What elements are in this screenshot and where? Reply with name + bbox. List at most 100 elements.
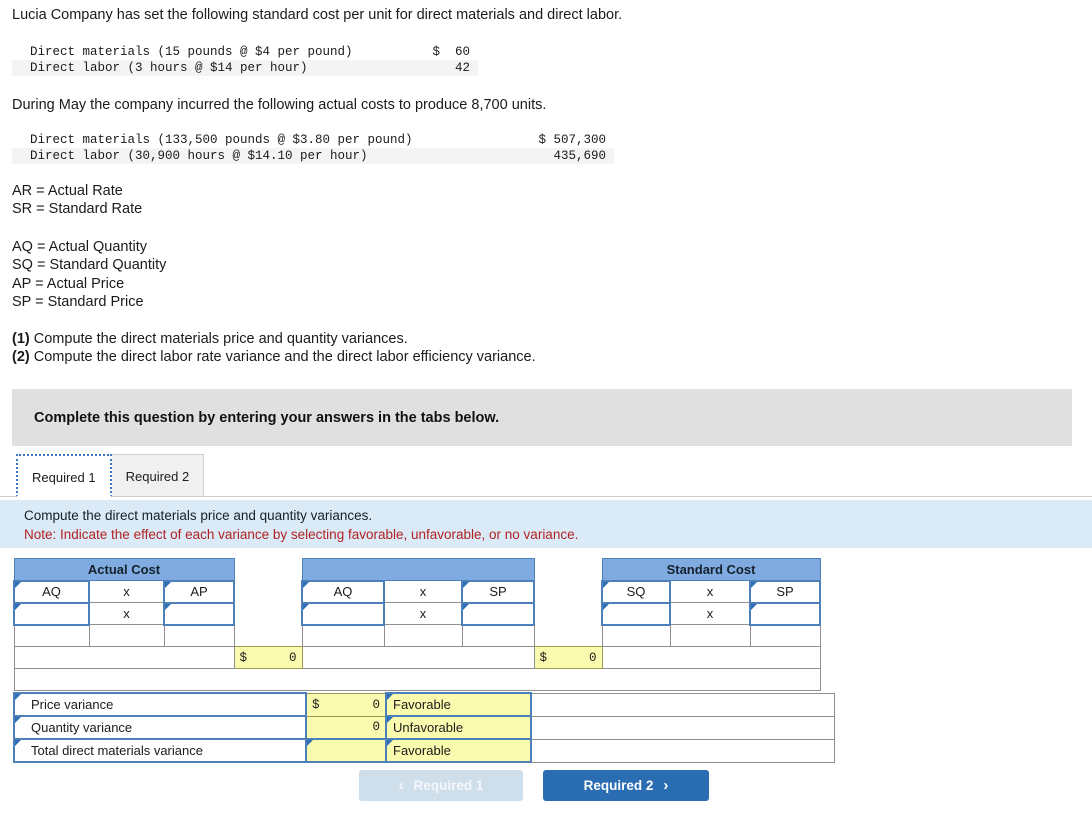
- definition-aq: AQ = Actual Quantity: [12, 239, 148, 255]
- table-row: Quantity variance 0 Unfavorable: [13, 715, 835, 740]
- requirement-2-number: (2): [12, 349, 30, 366]
- input-right-price[interactable]: [749, 601, 821, 626]
- actual-cost-label-0: Direct materials (133,500 pounds @ $3.80…: [30, 133, 413, 147]
- operator-middle-1: x: [383, 580, 463, 603]
- result-left-quantity[interactable]: [13, 624, 90, 647]
- question-prompt: Compute the direct materials price and q…: [24, 508, 373, 523]
- previous-required-button[interactable]: ‹ Required 1: [359, 770, 523, 801]
- variance-value-1: 0: [372, 720, 380, 735]
- result-left-op: [88, 624, 165, 647]
- totals-right-spacer: [601, 646, 821, 669]
- totals-row: $ 0 $ 0: [13, 646, 821, 669]
- variance-effect-2[interactable]: Favorable: [385, 738, 532, 763]
- variance-label-0[interactable]: Price variance: [13, 692, 307, 717]
- requirements-list: (1) Compute the direct materials price a…: [12, 330, 536, 367]
- variance-amount-1[interactable]: 0: [305, 715, 387, 740]
- result-right-quantity[interactable]: [601, 624, 671, 647]
- operator-left-1: x: [88, 580, 165, 603]
- variance-summary-grid: Price variance $ 0 Favorable Quantity va…: [13, 692, 835, 763]
- totals-left-spacer: [13, 646, 235, 669]
- table-row: Direct materials (133,500 pounds @ $3.80…: [12, 132, 614, 148]
- result-middle-quantity[interactable]: [301, 624, 385, 647]
- definition-sr: SR = Standard Rate: [12, 201, 143, 218]
- variance-effect-1[interactable]: Unfavorable: [385, 715, 532, 740]
- definition-sp: SP = Standard Price: [12, 294, 144, 311]
- variance-amount-0[interactable]: $ 0: [305, 692, 387, 717]
- actual-cost-table: Direct materials (133,500 pounds @ $3.80…: [12, 132, 614, 164]
- gap-cell-left: [234, 558, 302, 581]
- total-left-gap: $ 0: [233, 646, 303, 669]
- table-row: Price variance $ 0 Favorable: [13, 692, 835, 717]
- variance-tail-0: [530, 692, 835, 717]
- input-middle-price[interactable]: [461, 601, 535, 626]
- result-middle-op: [383, 624, 463, 647]
- previous-required-label: Required 1: [413, 778, 484, 793]
- instruction-banner-text: Complete this question by entering your …: [34, 409, 500, 426]
- label-middle-price[interactable]: SP: [461, 579, 535, 604]
- table-row: Direct materials (15 pounds @ $4 per pou…: [12, 44, 478, 60]
- input-left-quantity[interactable]: [13, 601, 90, 626]
- label-left-price[interactable]: AP: [163, 579, 235, 604]
- tab-strip: Required 1 Required 2: [16, 454, 205, 497]
- gap-cell-left: [234, 602, 302, 625]
- gap-cell-right: [534, 624, 602, 647]
- gap-cell-right: [534, 580, 602, 603]
- requirement-1-number: (1): [12, 331, 30, 347]
- operator-right-2: x: [669, 602, 751, 625]
- input-left-price[interactable]: [163, 601, 235, 626]
- variance-value-0: 0: [372, 697, 380, 712]
- label-right-price[interactable]: SP: [749, 579, 821, 604]
- total-left-currency: $: [239, 650, 248, 665]
- standard-cost-label-1: Direct labor (3 hours @ $14 per hour): [30, 61, 308, 75]
- variance-worksheet-grid: Actual Cost Standard Cost AQ x AP AQ x S…: [13, 558, 821, 691]
- variance-tail-2: [530, 738, 835, 763]
- question-note: Note: Indicate the effect of each varian…: [24, 527, 579, 542]
- tab-required-1[interactable]: Required 1: [16, 454, 112, 497]
- total-right-gap: $ 0: [533, 646, 603, 669]
- requirement-1: (1) Compute the direct materials price a…: [12, 330, 536, 348]
- result-right-op: [669, 624, 751, 647]
- actual-cost-amount-0: $ 507,300: [538, 133, 606, 147]
- label-middle-quantity[interactable]: AQ: [301, 579, 385, 604]
- variance-currency-0: $: [312, 697, 320, 712]
- result-right-price[interactable]: [749, 624, 821, 647]
- chevron-right-icon: ›: [663, 777, 669, 794]
- variance-label-2[interactable]: Total direct materials variance: [13, 738, 307, 763]
- next-required-label: Required 2: [583, 778, 654, 793]
- result-row: [13, 624, 821, 647]
- total-left-value: 0: [288, 650, 297, 665]
- requirement-2: (2) Compute the direct labor rate varian…: [12, 348, 536, 366]
- tab-required-2[interactable]: Required 2: [110, 454, 205, 497]
- result-middle-price[interactable]: [461, 624, 535, 647]
- exercise-page: Lucia Company has set the following stan…: [0, 0, 1092, 826]
- table-row: Direct labor (30,900 hours @ $14.10 per …: [12, 148, 614, 164]
- standard-cost-label-0: Direct materials (15 pounds @ $4 per pou…: [30, 45, 353, 59]
- spacer-row: [13, 668, 821, 691]
- label-right-quantity[interactable]: SQ: [601, 579, 671, 604]
- header-middle: [301, 558, 535, 581]
- spacer-cell: [13, 668, 821, 691]
- totals-middle-spacer: [301, 646, 535, 669]
- definitions-rate: AR = Actual Rate SR = Standard Rate: [12, 182, 142, 219]
- tab-underline: [0, 496, 1092, 497]
- variance-tail-1: [530, 715, 835, 740]
- label-left-quantity[interactable]: AQ: [13, 579, 90, 604]
- variance-effect-0[interactable]: Favorable: [385, 692, 532, 717]
- definition-ap: AP = Actual Price: [12, 275, 125, 292]
- chevron-left-icon: ‹: [398, 777, 404, 794]
- input-middle-quantity[interactable]: [301, 601, 385, 626]
- operator-left-2: x: [88, 602, 165, 625]
- input-right-quantity[interactable]: [601, 601, 671, 626]
- definition-sq: SQ = Standard Quantity: [12, 257, 167, 274]
- requirement-2-text: Compute the direct labor rate variance a…: [29, 349, 536, 366]
- variance-label-1[interactable]: Quantity variance: [13, 715, 307, 740]
- next-required-button[interactable]: Required 2 ›: [543, 770, 709, 801]
- result-left-price[interactable]: [163, 624, 235, 647]
- variance-amount-2[interactable]: [305, 738, 387, 763]
- requirement-1-text: Compute the direct materials price and q…: [29, 331, 408, 347]
- standard-cost-amount-1: 42: [454, 61, 470, 75]
- header-standard-cost: Standard Cost: [601, 558, 821, 581]
- entry-row: x x x: [13, 601, 821, 626]
- definition-ar: AR = Actual Rate: [12, 183, 123, 199]
- navigation-bar: ‹ Required 1 Required 2 ›: [0, 770, 1092, 810]
